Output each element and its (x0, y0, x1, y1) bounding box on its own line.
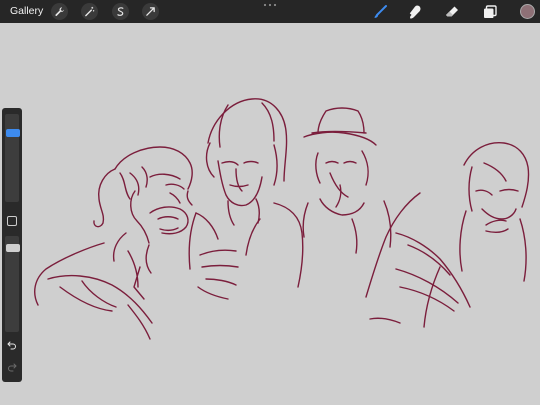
sketch-artwork (34, 98, 530, 340)
wrench-icon[interactable] (51, 3, 68, 20)
eraser-icon[interactable] (443, 3, 461, 21)
left-sidebar (2, 108, 22, 382)
smudge-icon[interactable] (406, 3, 424, 21)
layers-icon[interactable] (481, 3, 499, 21)
selection-icon[interactable] (112, 3, 129, 20)
gallery-button[interactable]: Gallery (10, 5, 43, 17)
undo-icon[interactable] (5, 338, 19, 352)
drawing-canvas[interactable] (0, 23, 540, 405)
brush-size-handle[interactable] (6, 129, 20, 137)
opacity-handle[interactable] (6, 244, 20, 252)
opacity-slider[interactable] (5, 236, 20, 332)
brush-size-slider[interactable] (5, 114, 20, 202)
brush-icon[interactable] (371, 3, 389, 21)
color-picker-swatch[interactable] (520, 4, 535, 19)
magic-wand-icon[interactable] (81, 3, 98, 20)
redo-icon[interactable] (5, 360, 19, 374)
more-options-icon[interactable] (263, 3, 277, 7)
modifier-square-button[interactable] (7, 216, 17, 226)
transform-arrow-icon[interactable] (142, 3, 159, 20)
top-toolbar: Gallery (0, 0, 540, 23)
